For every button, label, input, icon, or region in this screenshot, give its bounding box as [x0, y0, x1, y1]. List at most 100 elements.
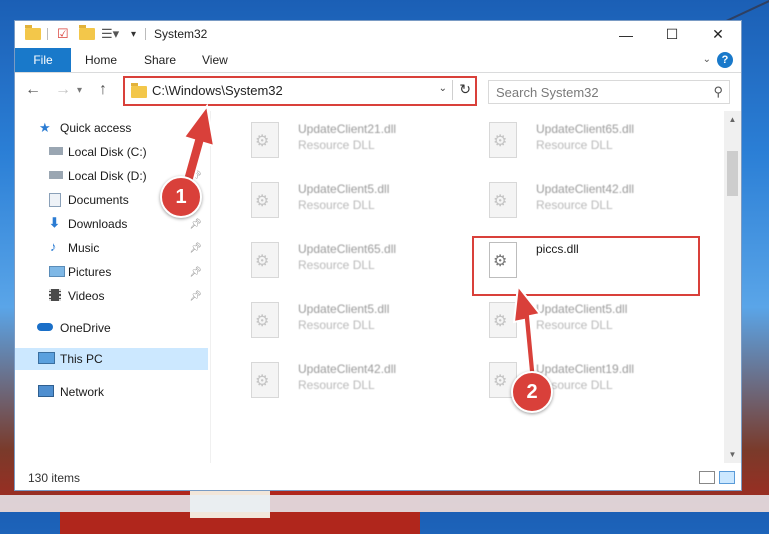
item-count: 130 items	[28, 471, 81, 485]
file-name: UpdateClient65.dll	[536, 122, 635, 136]
file-name: UpdateClient42.dll	[536, 182, 635, 196]
pin-icon[interactable]: 📌︎	[189, 243, 202, 254]
tab-file[interactable]: File	[15, 48, 71, 72]
sidebar-item-label: Downloads	[68, 217, 128, 231]
help-icon[interactable]: ?	[717, 52, 733, 68]
highlight-box-piccs	[472, 236, 700, 296]
close-button[interactable]: ✕	[695, 21, 741, 48]
file-type: Resource DLL	[298, 138, 375, 152]
pin-icon[interactable]: 📌︎	[189, 291, 202, 302]
scroll-down-icon[interactable]: ▼	[724, 446, 741, 463]
drive-icon	[49, 147, 63, 155]
file-item[interactable]: UpdateClient5.dll Resource DLL	[489, 298, 709, 346]
new-folder-icon[interactable]	[79, 25, 95, 42]
file-name: UpdateClient5.dll	[536, 302, 628, 316]
sidebar-item-label: Pictures	[68, 265, 112, 279]
customize-toolbar-icon[interactable]: ☰▾	[101, 26, 119, 42]
search-input[interactable]: Search System32 ⚲	[488, 80, 730, 104]
sidebar-item-videos[interactable]: Videos 📌︎	[15, 285, 208, 307]
file-name: UpdateClient21.dll	[298, 122, 397, 136]
scroll-thumb[interactable]	[727, 151, 738, 196]
sidebar-item-label: This PC	[60, 352, 103, 366]
navigation-bar: ← → ▾ ↑ C:\Windows\System32 ⌄ ↻ Search S…	[15, 73, 741, 107]
file-item[interactable]: UpdateClient21.dll Resource DLL	[251, 118, 471, 166]
pin-icon[interactable]: 📌︎	[189, 219, 202, 230]
dll-file-icon	[251, 302, 279, 338]
dll-file-icon	[489, 182, 517, 218]
sidebar-item-label: OneDrive	[60, 321, 111, 335]
sidebar-item-pictures[interactable]: Pictures 📌︎	[15, 261, 208, 283]
sidebar-item-label: Documents	[68, 193, 129, 207]
music-icon: ♪	[50, 239, 57, 254]
cloud-icon	[37, 323, 53, 331]
dll-file-icon	[489, 122, 517, 158]
file-item[interactable]: UpdateClient5.dll Resource DLL	[251, 298, 471, 346]
dll-file-icon	[251, 182, 279, 218]
back-icon[interactable]: ←	[25, 81, 41, 99]
search-placeholder: Search System32	[496, 85, 599, 100]
wallpaper-snow	[0, 495, 769, 512]
download-icon: ⬇	[49, 215, 60, 230]
up-icon[interactable]: ↑	[99, 81, 107, 99]
quick-access-dropdown-icon[interactable]: ▾	[131, 26, 136, 42]
sidebar-item-network[interactable]: Network	[15, 381, 208, 403]
pictures-icon	[49, 266, 65, 277]
sidebar-item-label: Videos	[68, 289, 105, 303]
file-item[interactable]: UpdateClient42.dll Resource DLL	[251, 358, 471, 406]
file-type: Resource DLL	[298, 258, 375, 272]
recent-locations-icon[interactable]: ▾	[77, 85, 82, 96]
maximize-button[interactable]: ☐	[649, 21, 695, 48]
sidebar-item-label: Local Disk (C:)	[68, 145, 147, 159]
file-name: UpdateClient42.dll	[298, 362, 397, 376]
pin-icon[interactable]: 📌︎	[189, 267, 202, 278]
sidebar-item-this-pc[interactable]: This PC	[15, 348, 208, 370]
address-folder-icon	[131, 83, 147, 98]
step-2-badge: 2	[511, 371, 553, 413]
vertical-scrollbar[interactable]: ▲ ▼	[724, 111, 741, 463]
tab-home[interactable]: Home	[85, 48, 117, 72]
file-name: UpdateClient65.dll	[298, 242, 397, 256]
address-path[interactable]: C:\Windows\System32	[152, 83, 283, 98]
properties-icon[interactable]: ☑	[57, 26, 69, 42]
step-1-badge: 1	[160, 176, 202, 218]
details-view-icon[interactable]	[699, 471, 715, 484]
network-icon	[38, 385, 54, 397]
sidebar-item-label: Local Disk (D:)	[68, 169, 147, 183]
file-type: Resource DLL	[298, 318, 375, 332]
navigation-pane: ★ Quick access Local Disk (C:) 📌︎ Local …	[15, 111, 211, 463]
documents-icon	[49, 193, 61, 207]
file-item[interactable]: UpdateClient42.dll Resource DLL	[489, 178, 709, 226]
address-separator	[452, 80, 453, 100]
computer-icon	[38, 352, 55, 364]
file-name: UpdateClient5.dll	[298, 182, 390, 196]
minimize-button[interactable]: —	[603, 21, 649, 48]
sidebar-item-label: Quick access	[60, 121, 132, 135]
pin-icon[interactable]: 📌︎	[189, 147, 202, 158]
star-icon: ★	[39, 120, 51, 135]
sidebar-item-label: Network	[60, 385, 105, 399]
sidebar-item-music[interactable]: ♪ Music 📌︎	[15, 237, 208, 259]
sidebar-item-onedrive[interactable]: OneDrive	[15, 317, 208, 339]
toolbar-separator	[47, 28, 48, 40]
file-item[interactable]: UpdateClient65.dll Resource DLL	[489, 118, 709, 166]
title-separator	[145, 28, 146, 40]
dll-file-icon	[489, 302, 517, 338]
large-icons-view-icon[interactable]	[719, 471, 735, 484]
file-item[interactable]: UpdateClient65.dll Resource DLL	[251, 238, 471, 286]
expand-ribbon-icon[interactable]: ⌄	[703, 54, 711, 65]
sidebar-item-local-disk-c[interactable]: Local Disk (C:) 📌︎	[15, 141, 208, 163]
file-item[interactable]: UpdateClient5.dll Resource DLL	[251, 178, 471, 226]
address-bar[interactable]: C:\Windows\System32 ⌄ ↻	[123, 76, 477, 106]
ribbon: File Home Share View ⌄ ?	[15, 48, 741, 73]
tab-view[interactable]: View	[202, 48, 228, 72]
dll-file-icon	[251, 242, 279, 278]
refresh-icon[interactable]: ↻	[459, 81, 471, 98]
scroll-up-icon[interactable]: ▲	[724, 111, 741, 128]
forward-icon[interactable]: →	[55, 81, 71, 99]
tab-share[interactable]: Share	[144, 48, 176, 72]
file-name: UpdateClient19.dll	[536, 362, 635, 376]
address-dropdown-icon[interactable]: ⌄	[439, 83, 447, 94]
file-type: Resource DLL	[298, 198, 375, 212]
search-icon[interactable]: ⚲	[713, 84, 723, 100]
sidebar-item-quick-access[interactable]: ★ Quick access	[15, 117, 208, 139]
